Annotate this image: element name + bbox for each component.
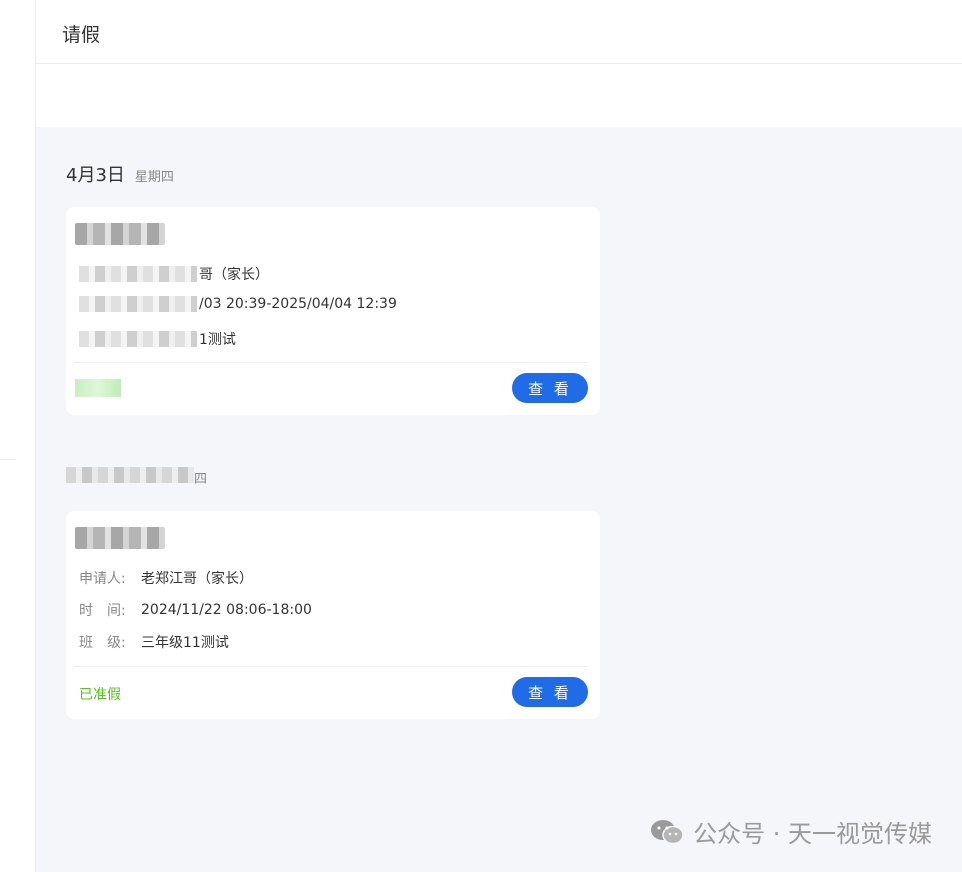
status-badge: 已准假 bbox=[79, 687, 121, 703]
leave-card: 申请人: 老郑江哥（家长） 时 间: 2024/11/22 08:06-18:0… bbox=[66, 511, 600, 719]
time-value: /03 20:39-2025/04/04 12:39 bbox=[199, 296, 397, 312]
day-header: 四 bbox=[66, 467, 207, 487]
blurred-text bbox=[79, 296, 197, 312]
view-button[interactable]: 查 看 bbox=[512, 677, 588, 707]
applicant-label: 申请人: bbox=[79, 571, 126, 587]
class-label: 班 级: bbox=[79, 635, 126, 651]
day-date: 4月3日 bbox=[66, 165, 125, 186]
blurred-text bbox=[79, 266, 197, 282]
time-value: 2024/11/22 08:06-18:00 bbox=[141, 602, 312, 618]
applicant-row: 申请人: 老郑江哥（家长） bbox=[79, 568, 253, 588]
class-value: 三年级11测试 bbox=[141, 635, 229, 651]
class-row: 1测试 bbox=[79, 329, 236, 349]
day-header: 4月3日 星期四 bbox=[66, 161, 174, 187]
class-value: 1测试 bbox=[199, 332, 236, 348]
day-weekday: 四 bbox=[194, 472, 208, 487]
view-button[interactable]: 查 看 bbox=[512, 373, 588, 403]
page-title: 请假 bbox=[62, 24, 101, 46]
blurred-text bbox=[75, 527, 165, 549]
applicant-value: 哥（家长） bbox=[199, 267, 269, 283]
card-title-blurred bbox=[75, 527, 165, 551]
day-weekday: 星期四 bbox=[134, 170, 174, 185]
applicant-row: 哥（家长） bbox=[79, 264, 269, 284]
watermark-text: 公众号 · 天一视觉传媒 bbox=[693, 820, 932, 848]
rail-divider bbox=[0, 459, 16, 460]
card-divider bbox=[75, 362, 588, 363]
time-row: 时 间: 2024/11/22 08:06-18:00 bbox=[79, 600, 312, 620]
applicant-value: 老郑江哥（家长） bbox=[141, 571, 253, 587]
leave-card: 哥（家长） /03 20:39-2025/04/04 12:39 1测试 查 看 bbox=[66, 207, 600, 415]
leave-list: 4月3日 星期四 哥（家长） /03 20:39-2025/04/04 12:3… bbox=[36, 127, 962, 872]
left-rail bbox=[0, 0, 36, 872]
blurred-text bbox=[79, 331, 197, 347]
blurred-text bbox=[75, 223, 165, 245]
page-header: 请假 bbox=[36, 0, 962, 64]
class-row: 班 级: 三年级11测试 bbox=[79, 632, 229, 652]
wechat-icon bbox=[649, 818, 685, 846]
watermark: 公众号 · 天一视觉传媒 bbox=[649, 814, 932, 849]
card-title-blurred bbox=[75, 223, 165, 247]
time-row: /03 20:39-2025/04/04 12:39 bbox=[79, 296, 397, 312]
blurred-text bbox=[66, 467, 194, 483]
time-label: 时 间: bbox=[79, 603, 126, 619]
card-divider bbox=[75, 666, 588, 667]
status-badge-blurred bbox=[75, 379, 121, 397]
